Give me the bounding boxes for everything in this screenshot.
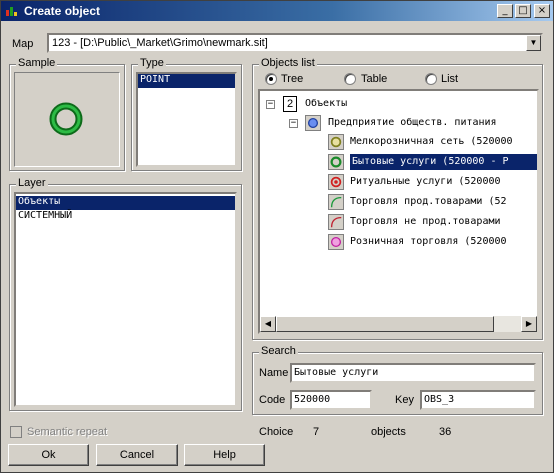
search-label: Search — [259, 345, 298, 357]
name-label: Name — [259, 367, 289, 379]
retail-network-icon — [328, 134, 344, 150]
name-input-value: Бытовые услуги — [294, 367, 379, 378]
help-button[interactable]: Help — [184, 444, 265, 466]
tree-item[interactable]: Мелкорозничная сеть (520000 — [350, 134, 513, 150]
objects-list-label: Objects list — [259, 57, 317, 69]
tree-item[interactable]: Ритуальные услуги (520000 — [350, 174, 501, 190]
retail-trade-icon — [328, 234, 344, 250]
semantic-repeat-checkbox[interactable] — [10, 426, 22, 438]
sample-ring-icon — [49, 102, 83, 136]
map-label: Map — [12, 38, 34, 50]
objects-tree[interactable]: − 2 Объекты − Предприятие обществ. питан… — [258, 89, 539, 334]
maximize-button[interactable]: □ — [515, 4, 531, 18]
table-mode-label[interactable]: Table — [361, 73, 387, 85]
app-icon — [6, 7, 17, 16]
ok-button[interactable]: Ok — [8, 444, 89, 466]
tree-root-label[interactable]: Объекты — [305, 96, 347, 112]
map-dropdown-arrow-icon[interactable]: ▼ — [526, 35, 541, 51]
minimize-button[interactable]: _ — [497, 4, 513, 18]
title-bar: Create object _ □ × — [1, 1, 553, 21]
collapse-root-icon[interactable]: − — [266, 100, 275, 109]
tree-mode-radio[interactable] — [265, 73, 277, 85]
layer-item-objects[interactable]: Объекты — [16, 196, 235, 210]
root-count-badge: 2 — [283, 96, 297, 112]
code-label: Code — [259, 394, 286, 406]
key-label: Key — [395, 394, 414, 406]
tree-item[interactable]: Торговля не прод.товарами — [350, 214, 501, 230]
close-button[interactable]: × — [534, 4, 550, 18]
services-ring-icon — [328, 154, 344, 170]
create-object-window: Create object _ □ × Map 123 - [D:\Public… — [0, 0, 554, 473]
ritual-services-icon — [328, 174, 344, 190]
type-group: Type POINT — [131, 57, 242, 171]
type-list[interactable]: POINT — [136, 72, 237, 167]
type-label: Type — [138, 57, 166, 69]
layer-label: Layer — [16, 177, 48, 189]
objects-label: objects — [371, 426, 406, 438]
table-mode-radio[interactable] — [344, 73, 356, 85]
food-trade-icon — [328, 194, 344, 210]
map-select[interactable]: 123 - [D:\Public\_Market\Grimo\newmark.s… — [47, 33, 543, 53]
code-input-value: 520000 — [294, 394, 331, 405]
tree-mode-label[interactable]: Tree — [281, 73, 303, 85]
sample-preview — [14, 72, 120, 167]
key-input[interactable]: OBS_3 — [420, 390, 536, 410]
tree-item[interactable]: Розничная торговля (520000 — [350, 234, 507, 250]
tree-horizontal-scrollbar[interactable]: ◀ ▶ — [260, 316, 537, 332]
group-folder-icon — [305, 115, 321, 131]
scroll-right-arrow-icon[interactable]: ▶ — [521, 316, 537, 332]
layer-group: Layer Объекты СИСТЕМНЫЙ — [9, 177, 242, 411]
map-select-value: 123 - [D:\Public\_Market\Grimo\newmark.s… — [52, 37, 268, 49]
search-group: Search Name Бытовые услуги Code 520000 K… — [252, 345, 543, 415]
tree-group-label[interactable]: Предприятие обществ. питания — [328, 115, 497, 131]
list-mode-radio[interactable] — [425, 73, 437, 85]
sample-label: Sample — [16, 57, 58, 69]
scroll-left-arrow-icon[interactable]: ◀ — [260, 316, 276, 332]
sample-group: Sample — [9, 57, 125, 171]
scroll-thumb[interactable] — [276, 316, 494, 332]
collapse-group-icon[interactable]: − — [289, 119, 298, 128]
key-input-value: OBS_3 — [424, 394, 455, 405]
name-input[interactable]: Бытовые услуги — [290, 363, 536, 383]
nonfood-trade-icon — [328, 214, 344, 230]
tree-item[interactable]: Торговля прод.товарами (52 — [350, 194, 507, 210]
list-mode-label[interactable]: List — [441, 73, 458, 85]
tree-item-selected[interactable]: Бытовые услуги (520000 - Р — [350, 154, 537, 170]
cancel-button[interactable]: Cancel — [96, 444, 178, 466]
window-title: Create object — [24, 4, 101, 18]
choice-label: Choice — [259, 426, 294, 438]
objects-count: 36 — [439, 426, 452, 438]
layer-list[interactable]: Объекты СИСТЕМНЫЙ — [14, 192, 237, 407]
layer-item-system[interactable]: СИСТЕМНЫЙ — [16, 210, 235, 224]
type-item[interactable]: POINT — [138, 74, 235, 88]
choice-value: 7 — [313, 426, 320, 438]
objects-list-group: Objects list Tree Table List − 2 Объекты… — [252, 57, 543, 340]
semantic-repeat-label: Semantic repeat — [27, 426, 108, 438]
code-input[interactable]: 520000 — [290, 390, 372, 410]
